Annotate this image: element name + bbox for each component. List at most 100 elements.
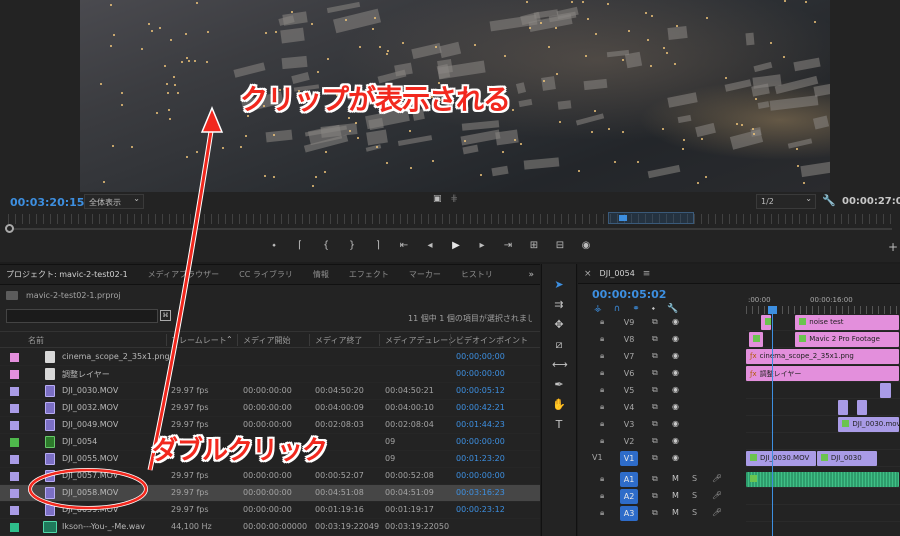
- add-marker-timeline-icon[interactable]: ⬩: [652, 304, 655, 314]
- label-color-swatch[interactable]: [10, 523, 19, 532]
- toggle-sync-icon[interactable]: ⧉: [652, 436, 658, 446]
- lock-icon[interactable]: 🔒︎: [600, 385, 604, 395]
- mic-icon[interactable]: 🎤︎: [712, 508, 722, 517]
- step-to-in-icon[interactable]: ⇤: [398, 240, 410, 251]
- go-to-out-icon[interactable]: }: [346, 240, 358, 251]
- track-label[interactable]: V6: [620, 366, 638, 381]
- label-color-swatch[interactable]: [10, 506, 19, 515]
- project-item-row[interactable]: DJI_0032.MOV 29.97 fps 00:00:00:00 00:04:00…: [0, 400, 540, 417]
- label-color-swatch[interactable]: [10, 353, 19, 362]
- timeline-tab[interactable]: × DJI_0054 ≡: [578, 264, 900, 284]
- zoom-fit-dropdown[interactable]: 全体表示: [84, 194, 144, 209]
- track-label[interactable]: V7: [620, 349, 638, 364]
- linked-selection-icon[interactable]: ⚭: [632, 304, 640, 314]
- add-marker-icon[interactable]: ⬩: [268, 240, 280, 251]
- track-lane[interactable]: [746, 471, 900, 488]
- lock-icon[interactable]: 🔒︎: [600, 419, 604, 429]
- label-color-swatch[interactable]: [10, 472, 19, 481]
- tab-cc-libraries[interactable]: CC ライブラリ: [233, 269, 307, 280]
- mute-icon[interactable]: M: [672, 508, 679, 517]
- timeline-clip[interactable]: ƒx cinema_scope_2_35x1.png: [746, 349, 899, 364]
- label-color-swatch[interactable]: [10, 455, 19, 464]
- monitor-settings-icons[interactable]: ▣ ⋕: [433, 194, 458, 204]
- step-back-icon[interactable]: ◂: [424, 240, 436, 251]
- lock-icon[interactable]: 🔒︎: [600, 474, 604, 484]
- label-color-swatch[interactable]: [10, 489, 19, 498]
- mute-icon[interactable]: M: [672, 474, 679, 483]
- lock-icon[interactable]: 🔒︎: [600, 368, 604, 378]
- camera-icon[interactable]: ◉: [580, 240, 592, 251]
- monitor-time-ruler[interactable]: [8, 214, 892, 224]
- source-patch[interactable]: V1: [592, 453, 603, 462]
- tab-info[interactable]: 情報: [307, 269, 343, 280]
- menu-icon[interactable]: ≡: [643, 269, 651, 279]
- track-lane[interactable]: ƒx 調整レイヤー: [746, 365, 900, 382]
- tab-history[interactable]: ヒストリ: [455, 269, 507, 280]
- toggle-sync-icon[interactable]: ⧉: [652, 474, 658, 484]
- eye-icon[interactable]: ◉: [672, 402, 679, 411]
- eye-icon[interactable]: ◉: [672, 368, 679, 377]
- eye-icon[interactable]: ◉: [672, 385, 679, 394]
- mark-in-icon[interactable]: ⌈: [294, 240, 306, 251]
- sort-icon[interactable]: ⌃: [226, 335, 233, 344]
- eye-icon[interactable]: ◉: [672, 334, 679, 343]
- lock-icon[interactable]: 🔒︎: [600, 508, 604, 518]
- go-to-in-icon[interactable]: {: [320, 240, 332, 251]
- track-select-tool-icon[interactable]: ⇉: [552, 298, 566, 311]
- lock-icon[interactable]: 🔒︎: [600, 402, 604, 412]
- track-lane[interactable]: [746, 505, 900, 522]
- timeline-clip[interactable]: [838, 400, 849, 415]
- track-label[interactable]: V1: [620, 451, 638, 466]
- track-label[interactable]: V3: [620, 417, 638, 432]
- nest-icon[interactable]: ⚶: [594, 304, 602, 314]
- track-label[interactable]: V8: [620, 332, 638, 347]
- project-item-row[interactable]: Ikson---You-_-Me.wav 44,100 Hz 00:00:00:00…: [0, 519, 540, 536]
- snap-icon[interactable]: ∩: [614, 304, 621, 314]
- wrench-icon[interactable]: 🔧: [822, 194, 836, 207]
- project-item-row[interactable]: DJI_0030.MOV 29.97 fps 00:00:00:00 00:04:50…: [0, 383, 540, 400]
- playback-resolution-dropdown[interactable]: 1/2: [756, 194, 816, 209]
- slip-tool-icon[interactable]: ⟷: [552, 358, 568, 371]
- eye-icon[interactable]: ◉: [672, 419, 679, 428]
- project-search-input[interactable]: [6, 309, 158, 323]
- type-tool-icon[interactable]: T: [552, 418, 566, 431]
- tab-effects[interactable]: エフェクト: [343, 269, 403, 280]
- mark-out-icon[interactable]: ⌉: [372, 240, 384, 251]
- timeline-clip[interactable]: noise test: [795, 315, 899, 330]
- mic-icon[interactable]: 🎤︎: [712, 491, 722, 500]
- toggle-sync-icon[interactable]: ⧉: [652, 402, 658, 412]
- track-lane[interactable]: ƒx cinema_scope_2_35x1.png: [746, 348, 900, 365]
- toggle-sync-icon[interactable]: ⧉: [652, 419, 658, 429]
- project-item-row[interactable]: DJI_0058.MOV 29.97 fps 00:00:00:00 00:04:51…: [0, 485, 540, 502]
- track-lane[interactable]: [746, 488, 900, 505]
- timeline-clip[interactable]: [749, 332, 764, 347]
- ripple-edit-tool-icon[interactable]: ✥: [552, 318, 566, 331]
- toggle-sync-icon[interactable]: ⧉: [652, 453, 658, 463]
- column-media-end[interactable]: メディア終了: [315, 335, 362, 346]
- label-color-swatch[interactable]: [10, 438, 19, 447]
- mic-icon[interactable]: 🎤︎: [712, 474, 722, 483]
- project-item-row[interactable]: cinema_scope_2_35x1.png 00;00;00;00: [0, 349, 540, 366]
- timeline-clip[interactable]: DJI_0030.MOV: [746, 451, 816, 466]
- step-to-out-icon[interactable]: ⇥: [502, 240, 514, 251]
- razor-tool-icon[interactable]: ⧄: [552, 338, 566, 352]
- timeline-clip[interactable]: [761, 315, 772, 330]
- timeline-clip[interactable]: Mavic 2 Pro Footage: [795, 332, 899, 347]
- multicam-icon[interactable]: ⋕: [450, 194, 458, 204]
- eye-icon[interactable]: ◉: [672, 317, 679, 326]
- pen-tool-icon[interactable]: ✒: [552, 378, 566, 391]
- close-icon[interactable]: ×: [584, 269, 592, 279]
- solo-icon[interactable]: S: [692, 474, 697, 483]
- track-label[interactable]: A3: [620, 506, 638, 521]
- track-lane[interactable]: [746, 382, 900, 399]
- column-media-duration[interactable]: メディアデュレーシ: [385, 335, 456, 346]
- label-color-swatch[interactable]: [10, 370, 19, 379]
- track-lane[interactable]: DJI_0030.MOV DJI_0030: [746, 450, 900, 467]
- lock-icon[interactable]: 🔒︎: [600, 436, 604, 446]
- track-lane[interactable]: DJI_0030.mov: [746, 416, 900, 433]
- solo-icon[interactable]: S: [692, 491, 697, 500]
- timeline-clip[interactable]: [856, 400, 867, 415]
- play-icon[interactable]: ▶: [450, 240, 462, 251]
- current-timecode[interactable]: 00:03:20:15: [10, 196, 84, 209]
- mute-icon[interactable]: M: [672, 491, 679, 500]
